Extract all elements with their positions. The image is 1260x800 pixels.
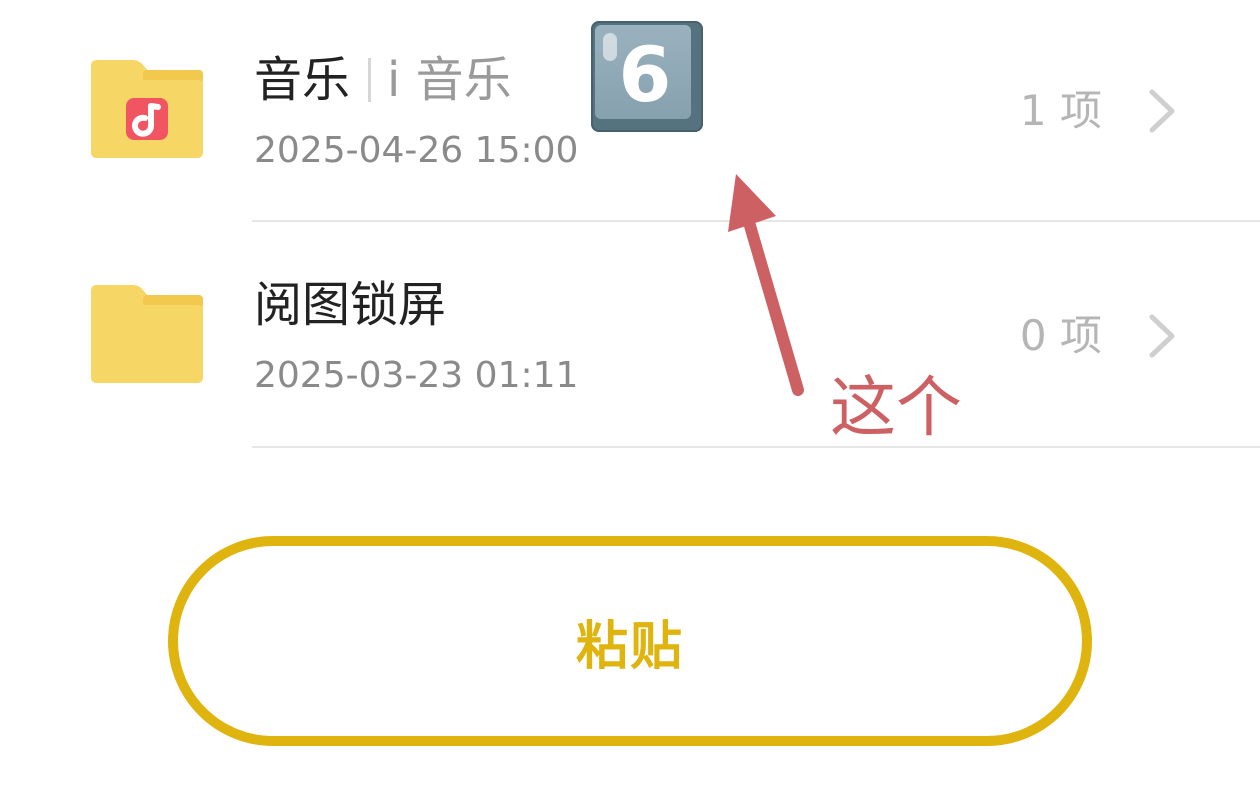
music-folder-icon [91,60,203,158]
folder-item-count: 0 项 [1019,311,1102,360]
folder-item-count: 1 项 [1019,86,1102,135]
annotation-arrow-icon [700,160,840,410]
folder-name: 音乐 [254,52,351,108]
folder-date: 2025-04-26 15:00 [254,130,579,171]
title-separator [368,58,372,102]
keycap-6-icon: 6 [591,21,703,132]
keycap-face: 6 [595,25,691,119]
folder-icon [91,285,203,383]
keycap-digit: 6 [618,30,672,119]
folder-title: 音乐 i 音乐 [254,50,512,110]
chevron-right-icon [1144,88,1178,134]
folder-alias: i 音乐 [387,52,512,108]
file-picker-page: 音乐 i 音乐 2025-04-26 15:00 1 项 阅图锁屏 2025-03… [0,0,1260,800]
row-divider [252,446,1260,448]
paste-button[interactable]: 粘贴 [168,536,1092,746]
annotation-label: 这个 [830,369,962,446]
folder-row-lockscreen[interactable]: 阅图锁屏 2025-03-23 01:11 0 项 [0,225,1260,450]
chevron-right-icon [1144,313,1178,359]
folder-date: 2025-03-23 01:11 [254,355,579,396]
folder-name: 阅图锁屏 [254,277,447,333]
paste-button-label: 粘贴 [575,616,684,677]
